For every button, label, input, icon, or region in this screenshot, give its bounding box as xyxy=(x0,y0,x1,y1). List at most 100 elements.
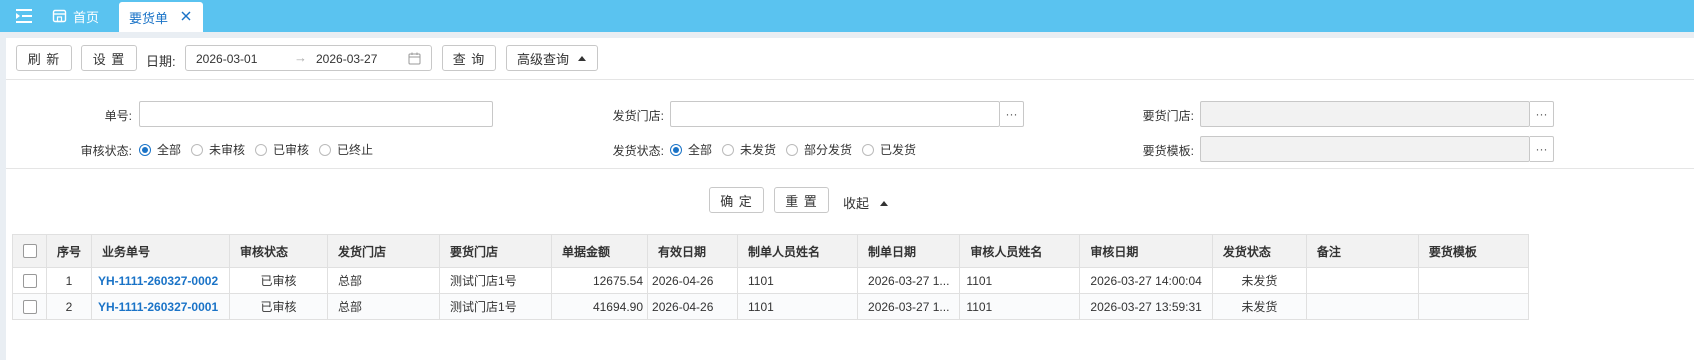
ship-store-lookup-button[interactable]: ··· xyxy=(1000,101,1024,127)
settings-button[interactable]: 设 置 xyxy=(81,45,137,71)
ship-status-label: 发货状态: xyxy=(612,144,664,158)
ship-radio-shipped[interactable]: 已发货 xyxy=(862,141,916,158)
cell-amount: 12675.54 xyxy=(551,267,649,294)
order-no-input[interactable] xyxy=(139,101,493,127)
audit-radio-all[interactable]: 全部 xyxy=(139,141,181,158)
cell-order-no-link[interactable]: YH-1111-260327-0002 xyxy=(91,267,231,294)
checkbox-icon[interactable] xyxy=(22,299,37,314)
ship-store-label: 发货门店: xyxy=(612,109,664,123)
row-select[interactable] xyxy=(12,267,47,294)
menu-collapse-icon[interactable] xyxy=(14,7,34,25)
radio-checked-icon xyxy=(139,143,151,156)
advanced-query-label: 高级查询 xyxy=(516,51,569,67)
header-cell[interactable]: 单据金额 xyxy=(551,234,649,268)
cell-creator: 1101 xyxy=(737,293,859,320)
header-cell[interactable]: 要货模板 xyxy=(1417,234,1529,268)
header-cell[interactable]: 序号 xyxy=(45,234,93,268)
main-panel: 刷 新 设 置 日期: 2026-03-01 → 2026-03-27 查 询 … xyxy=(6,38,1694,360)
tab-bar: 首页 要货单 xyxy=(0,0,1694,32)
header-cell[interactable]: 审核日期 xyxy=(1079,234,1213,268)
cell-ship-status: 未发货 xyxy=(1211,293,1307,320)
cell-valid-date: 2026-04-26 xyxy=(647,293,739,320)
close-icon[interactable] xyxy=(179,9,193,23)
cell-ship-store: 总部 xyxy=(327,293,441,320)
audit-radio-terminated[interactable]: 已终止 xyxy=(319,141,373,158)
date-start[interactable]: 2026-03-01 xyxy=(196,52,257,66)
cell-audit-status: 已审核 xyxy=(229,267,329,294)
audit-radio-unaudited[interactable]: 未审核 xyxy=(191,141,245,158)
advanced-query-button[interactable]: 高级查询 xyxy=(506,45,598,71)
req-store-input[interactable] xyxy=(1200,101,1530,127)
cell-amount: 41694.90 xyxy=(551,293,649,320)
header-cell[interactable]: 发货状态 xyxy=(1211,234,1307,268)
cell-audit-date: 2026-03-27 13:59:31 xyxy=(1079,293,1213,320)
radio-unchecked-icon xyxy=(255,143,268,156)
header-cell[interactable]: 制单人员姓名 xyxy=(737,234,859,268)
cell-valid-date: 2026-04-26 xyxy=(647,267,739,294)
collapse-toggle[interactable]: 收起 xyxy=(843,193,889,212)
reset-button[interactable]: 重 置 xyxy=(774,187,829,213)
template-lookup-button[interactable]: ··· xyxy=(1530,136,1554,162)
arrow-right-icon: → xyxy=(294,50,307,65)
date-end[interactable]: 2026-03-27 xyxy=(316,52,377,66)
audit-radio-label: 全部 xyxy=(157,143,182,157)
ship-store-input[interactable] xyxy=(670,101,1000,127)
query-button[interactable]: 查 询 xyxy=(442,45,496,71)
cell-template xyxy=(1417,267,1529,294)
audit-status-label: 审核状态: xyxy=(80,144,132,158)
radio-unchecked-icon xyxy=(319,143,332,156)
audit-radio-label: 已终止 xyxy=(337,143,374,157)
cell-index: 2 xyxy=(45,293,93,320)
radio-checked-icon xyxy=(670,143,682,156)
caret-up-icon xyxy=(578,56,586,61)
cell-order-no-link[interactable]: YH-1111-260327-0001 xyxy=(91,293,231,320)
tab-home[interactable]: 首页 xyxy=(52,0,99,32)
cell-create-date: 2026-03-27 1... xyxy=(857,267,961,294)
header-cell[interactable]: 审核人员姓名 xyxy=(959,234,1081,268)
audit-radio-audited[interactable]: 已审核 xyxy=(255,141,309,158)
cell-audit-date: 2026-03-27 14:00:04 xyxy=(1079,267,1213,294)
header-cell[interactable]: 有效日期 xyxy=(647,234,739,268)
template-input[interactable] xyxy=(1200,136,1530,162)
table-row[interactable]: 1 YH-1111-260327-0002 已审核 总部 测试门店1号 1267… xyxy=(12,267,1529,294)
radio-unchecked-icon xyxy=(862,143,875,156)
ship-radio-label: 未发货 xyxy=(740,143,777,157)
header-cell[interactable]: 制单日期 xyxy=(857,234,961,268)
checkbox-icon[interactable] xyxy=(22,273,37,288)
header-cell[interactable]: 业务单号 xyxy=(91,234,231,268)
order-no-label: 单号: xyxy=(104,109,132,123)
cell-req-store: 测试门店1号 xyxy=(439,267,553,294)
requisition-table: 序号 业务单号 审核状态 发货门店 要货门店 单据金额 有效日期 制单人员姓名 … xyxy=(12,234,1529,320)
tab-requisition[interactable]: 要货单 xyxy=(119,2,203,32)
row-select[interactable] xyxy=(12,293,47,320)
refresh-button[interactable]: 刷 新 xyxy=(16,45,72,71)
header-cell[interactable]: 审核状态 xyxy=(229,234,329,268)
audit-radio-label: 已审核 xyxy=(273,143,310,157)
date-range-picker[interactable]: 2026-03-01 → 2026-03-27 xyxy=(185,45,432,71)
confirm-button[interactable]: 确 定 xyxy=(709,187,764,213)
store-icon xyxy=(52,9,67,23)
audit-status-radio-group: 全部 未审核 已审核 已终止 xyxy=(139,141,383,158)
cell-remark xyxy=(1305,293,1419,320)
calendar-icon[interactable] xyxy=(408,52,421,65)
header-cell[interactable]: 备注 xyxy=(1305,234,1419,268)
collapse-label: 收起 xyxy=(843,196,870,211)
req-store-lookup-button[interactable]: ··· xyxy=(1530,101,1554,127)
template-label: 要货模板: xyxy=(1142,144,1194,158)
caret-up-icon xyxy=(880,200,889,206)
ship-radio-unshipped[interactable]: 未发货 xyxy=(722,141,776,158)
ship-radio-all[interactable]: 全部 xyxy=(670,141,712,158)
cell-ship-status: 未发货 xyxy=(1211,267,1307,294)
filter-divider xyxy=(6,168,1694,169)
header-cell[interactable]: 要货门店 xyxy=(439,234,553,268)
header-select-all[interactable] xyxy=(12,234,47,268)
ship-status-radio-group: 全部 未发货 部分发货 已发货 xyxy=(670,141,926,158)
req-store-label: 要货门店: xyxy=(1142,109,1194,123)
table-row[interactable]: 2 YH-1111-260327-0001 已审核 总部 测试门店1号 4169… xyxy=(12,293,1529,320)
ship-radio-partial[interactable]: 部分发货 xyxy=(786,141,852,158)
cell-index: 1 xyxy=(45,267,93,294)
cell-ship-store: 总部 xyxy=(327,267,441,294)
checkbox-icon[interactable] xyxy=(22,244,37,259)
header-cell[interactable]: 发货门店 xyxy=(327,234,441,268)
cell-create-date: 2026-03-27 1... xyxy=(857,293,961,320)
